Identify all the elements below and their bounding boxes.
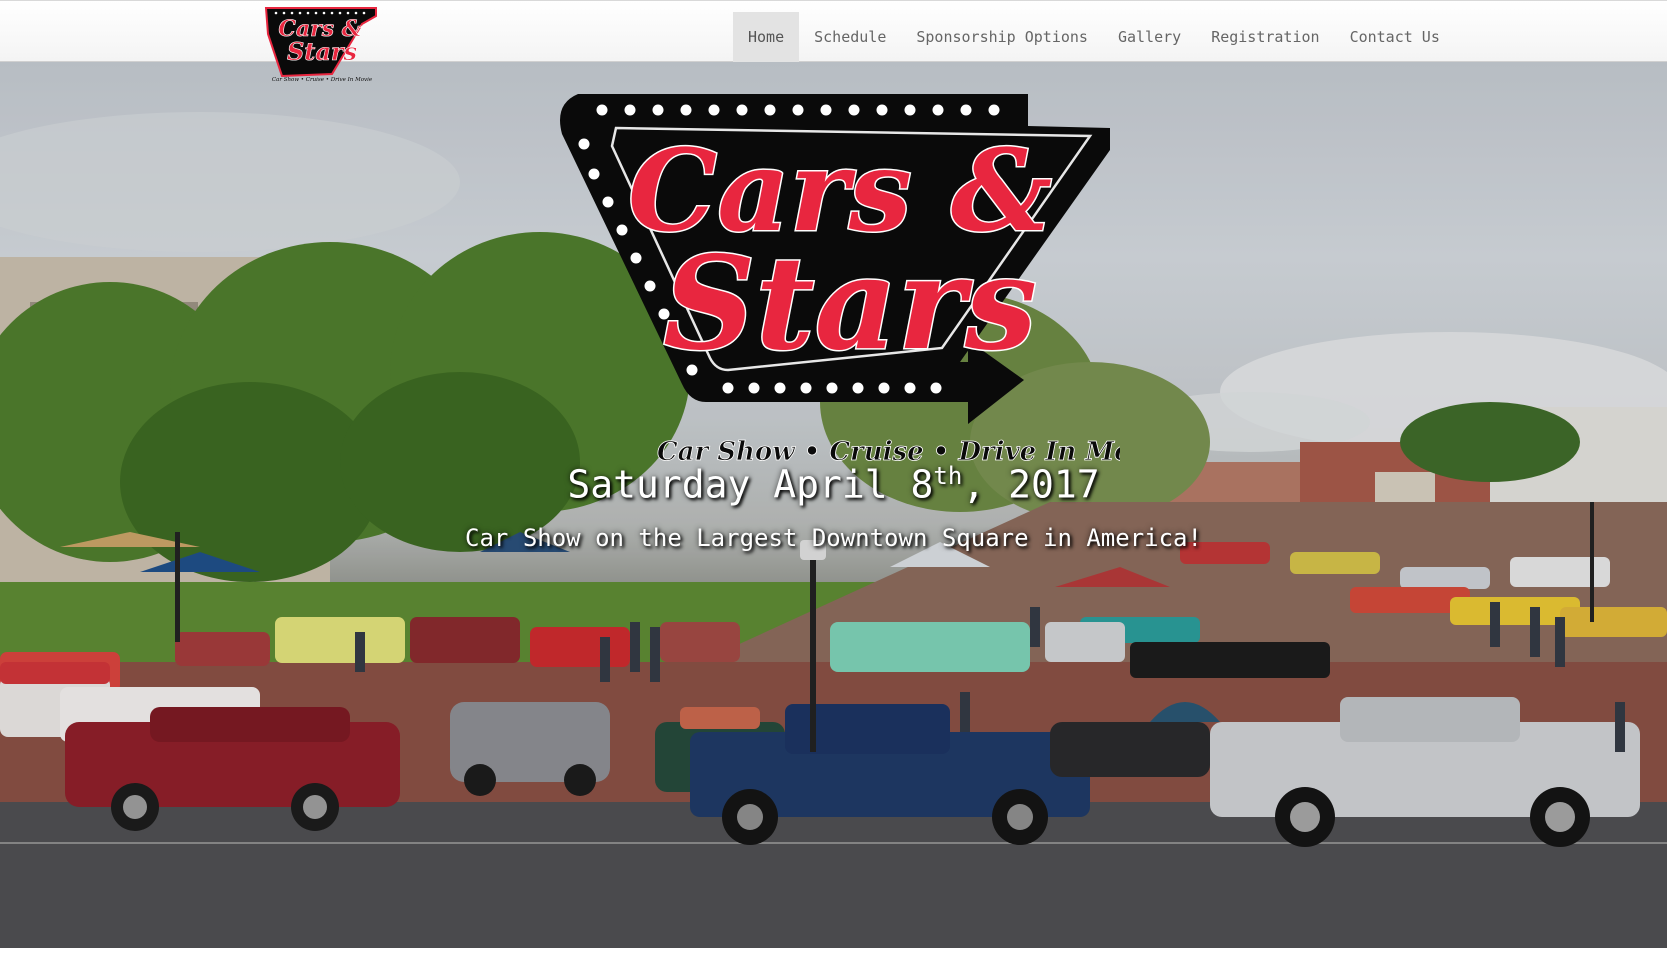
event-date-suffix: th bbox=[933, 462, 963, 490]
brand-logo-text-bottom: Stars bbox=[287, 37, 358, 66]
nav-registration[interactable]: Registration bbox=[1196, 12, 1334, 62]
nav-home[interactable]: Home bbox=[733, 12, 800, 62]
nav-schedule[interactable]: Schedule bbox=[799, 12, 901, 62]
main-nav: Home Schedule Sponsorship Options Galler… bbox=[733, 12, 1455, 62]
hero-logo: Cars & Stars Car Show • Cruise • Drive I… bbox=[560, 94, 1120, 467]
event-tagline: Car Show on the Largest Downtown Square … bbox=[465, 524, 1202, 552]
hero-logo-text-bottom: Stars bbox=[663, 229, 1037, 379]
event-date-main: Saturday April 8 bbox=[567, 462, 934, 507]
nav-gallery[interactable]: Gallery bbox=[1103, 12, 1196, 62]
nav-contact-us[interactable]: Contact Us bbox=[1335, 12, 1455, 62]
event-date-year: , 2017 bbox=[962, 462, 1100, 507]
brand-logo-subtitle: Car Show • Cruise • Drive In Movie bbox=[272, 77, 373, 83]
nav-sponsorship-options[interactable]: Sponsorship Options bbox=[901, 12, 1103, 62]
event-date: Saturday April 8th, 2017 bbox=[0, 462, 1667, 507]
site-logo[interactable]: Cars & Stars Car Show • Cruise • Drive I… bbox=[262, 4, 380, 84]
hero-banner: Cars & Stars Car Show • Cruise • Drive I… bbox=[0, 62, 1667, 948]
top-navbar: Home Schedule Sponsorship Options Galler… bbox=[0, 0, 1667, 62]
